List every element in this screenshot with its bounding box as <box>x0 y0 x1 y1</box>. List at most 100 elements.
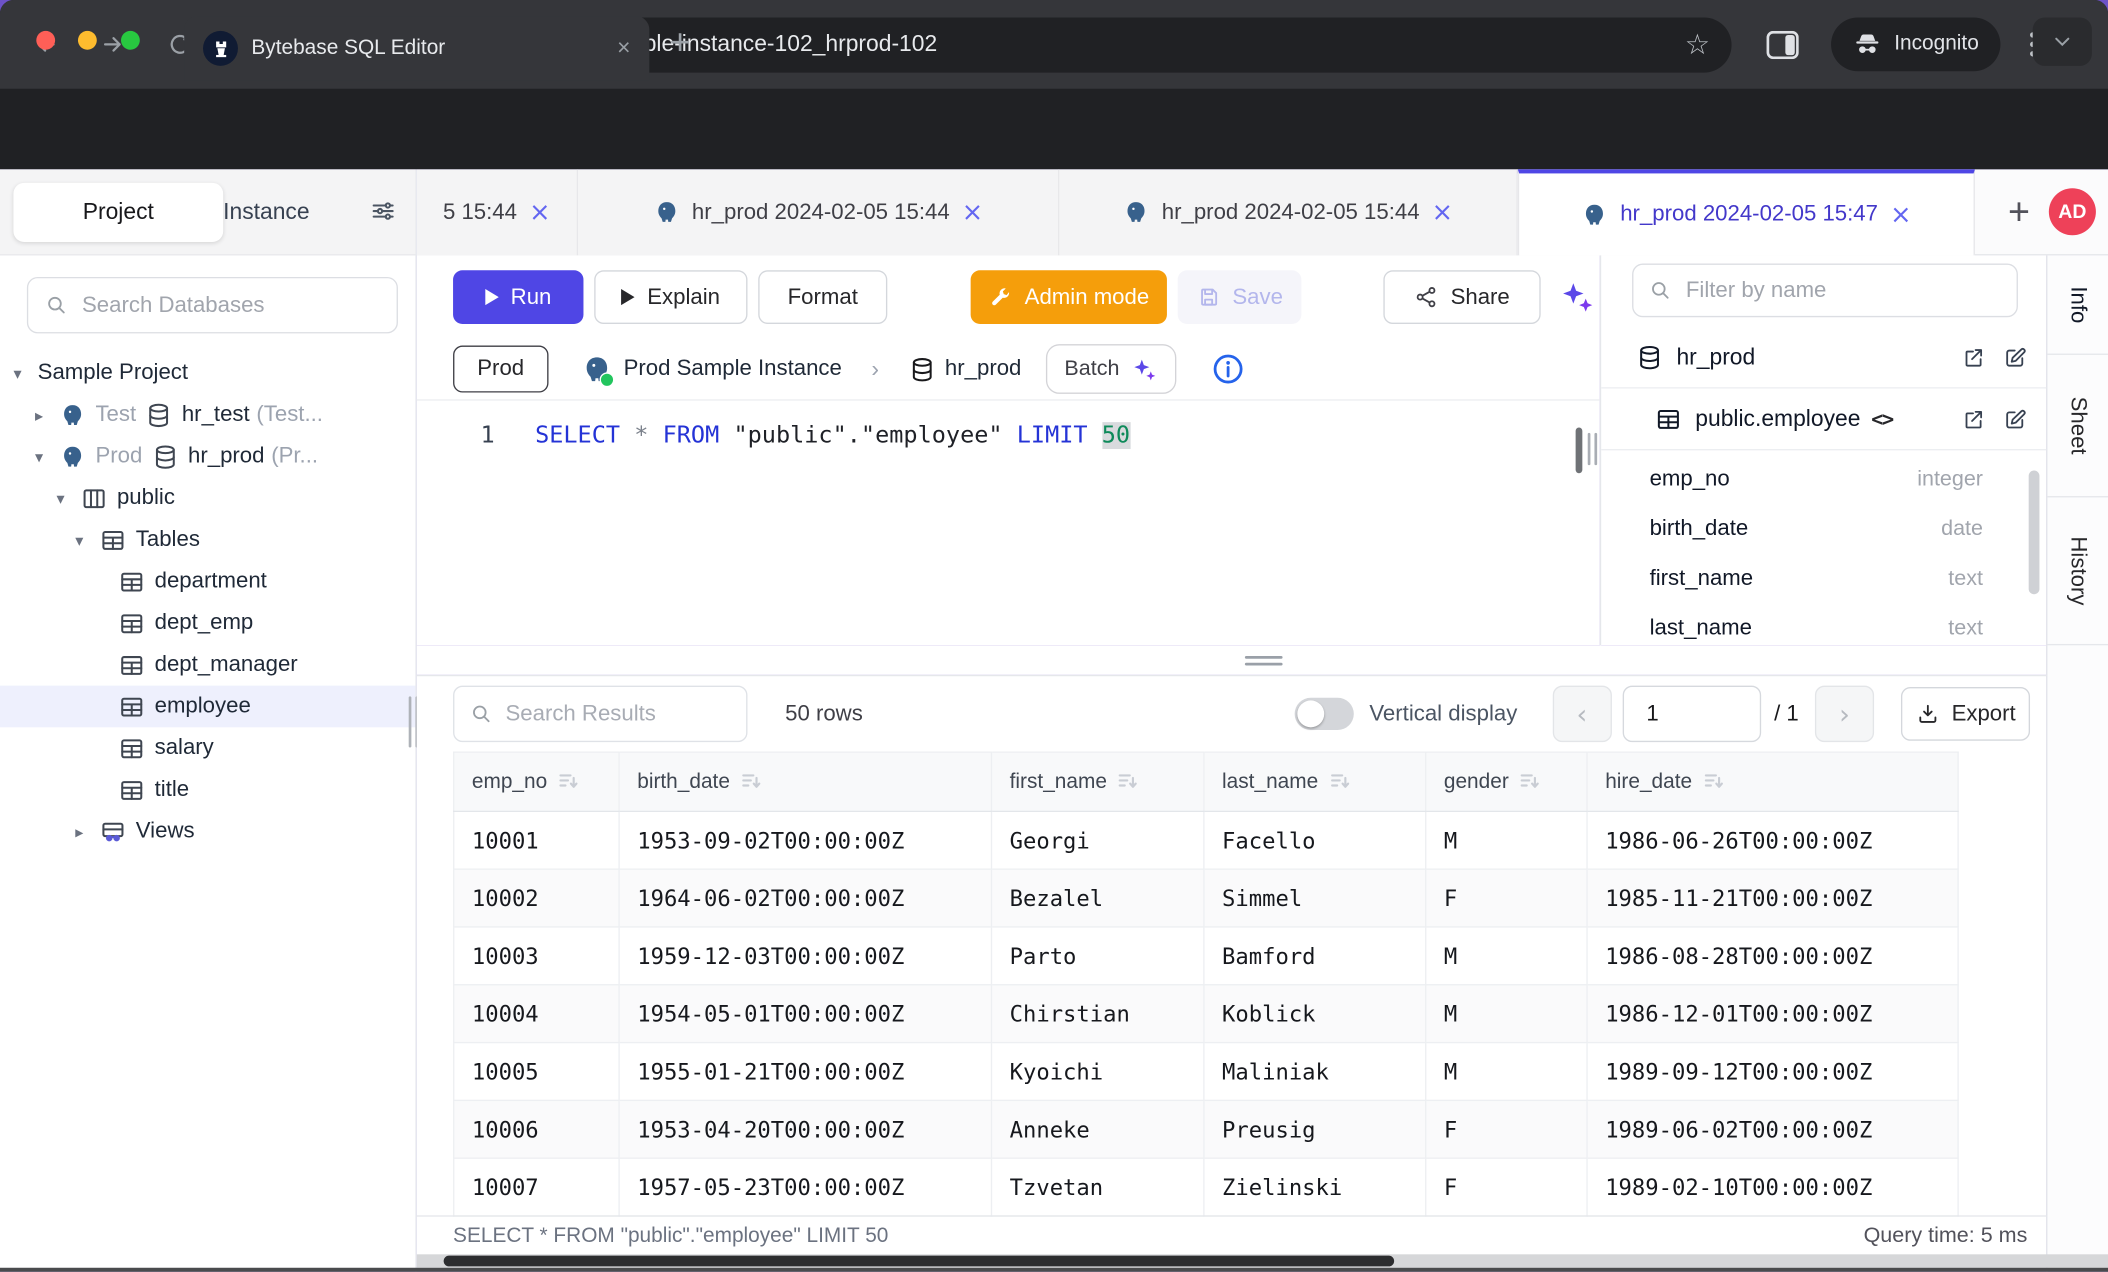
tab-project[interactable]: Project <box>13 183 223 242</box>
tree-item-employee[interactable]: employee <box>0 686 415 728</box>
sort-icon[interactable] <box>741 771 761 790</box>
avatar[interactable]: AD <box>2049 188 2096 235</box>
run-button[interactable]: Run <box>453 270 583 324</box>
external-link-icon[interactable] <box>1961 345 1985 369</box>
worksheet-tab[interactable]: 5 15:44× <box>417 169 578 255</box>
tree-item-salary[interactable]: salary <box>0 727 415 769</box>
export-button[interactable]: Export <box>1901 687 2030 741</box>
new-tab-button[interactable]: + <box>670 22 691 64</box>
close-worksheet-icon[interactable]: × <box>1432 198 1453 228</box>
tree-item-dept_manager[interactable]: dept_manager <box>0 644 415 686</box>
tree-item-Sample Project[interactable]: ▾Sample Project <box>0 352 415 394</box>
table-row[interactable]: 100041954-05-01T00:00:00ZChirstianKoblic… <box>454 985 1958 1043</box>
explain-button[interactable]: Explain <box>594 270 747 324</box>
format-button[interactable]: Format <box>758 270 887 324</box>
side-tab-info[interactable]: Info <box>2048 255 2108 354</box>
admin-mode-button[interactable]: Admin mode <box>971 270 1167 324</box>
sort-icon[interactable] <box>1703 771 1723 790</box>
save-button[interactable]: Save <box>1178 270 1302 324</box>
column-header[interactable]: birth_date <box>619 752 991 811</box>
column-header[interactable]: last_name <box>1204 752 1426 811</box>
sort-icon[interactable] <box>1520 771 1540 790</box>
horizontal-scrollbar[interactable] <box>417 1254 2108 1267</box>
code-icon[interactable]: <> <box>1871 407 1893 431</box>
pane-divider[interactable] <box>417 645 2046 675</box>
prev-page-button[interactable]: ‹ <box>1552 686 1611 742</box>
column-row[interactable]: birth_datedate <box>1601 504 2046 554</box>
caret-down-icon[interactable]: ▾ <box>35 447 59 466</box>
filter-settings-icon[interactable] <box>370 198 397 225</box>
table-cell: 10001 <box>454 811 619 869</box>
column-header[interactable]: hire_date <box>1587 752 1958 811</box>
sort-icon[interactable] <box>1329 771 1349 790</box>
vertical-display-toggle[interactable] <box>1294 698 1353 730</box>
page-number-input[interactable]: 1 <box>1622 686 1760 742</box>
column-row[interactable]: first_nametext <box>1601 554 2046 604</box>
tree-item-title[interactable]: title <box>0 769 415 811</box>
caret-right-icon[interactable]: ▸ <box>35 405 59 424</box>
tab-search-button[interactable] <box>2033 17 2092 65</box>
edit-icon[interactable] <box>2003 345 2027 369</box>
table-row[interactable]: 100031959-12-03T00:00:00ZPartoBamfordM19… <box>454 927 1958 985</box>
caret-down-icon[interactable]: ▾ <box>56 489 80 508</box>
table-row[interactable]: 100051955-01-21T00:00:00ZKyoichiMaliniak… <box>454 1043 1958 1101</box>
edit-icon[interactable] <box>2003 407 2027 431</box>
column-header[interactable]: first_name <box>991 752 1203 811</box>
zoom-window-button[interactable] <box>121 31 140 50</box>
share-button[interactable]: Share <box>1383 270 1540 324</box>
search-results-input[interactable]: Search Results <box>453 686 747 742</box>
breadcrumb-instance[interactable]: Prod Sample Instance <box>624 356 842 382</box>
filter-by-name-input[interactable]: Filter by name <box>1632 264 2018 318</box>
caret-right-icon[interactable]: ▸ <box>75 822 99 841</box>
close-worksheet-icon[interactable]: × <box>1890 200 1911 230</box>
side-panel-icon[interactable] <box>1767 30 1799 58</box>
table-row[interactable]: 100011953-09-02T00:00:00ZGeorgiFacelloM1… <box>454 811 1958 869</box>
close-worksheet-icon[interactable]: × <box>529 198 550 228</box>
worksheet-tab[interactable]: hr_prod 2024-02-05 15:44× <box>578 169 1059 255</box>
close-tab-icon[interactable]: × <box>617 35 630 62</box>
column-list-scrollbar[interactable] <box>2029 471 2040 595</box>
sort-icon[interactable] <box>1118 771 1138 790</box>
editor-scrollbar[interactable] <box>1576 428 1583 474</box>
side-tab-history[interactable]: History <box>2048 497 2108 645</box>
batch-button[interactable]: Batch <box>1046 344 1176 394</box>
scrollbar-thumb[interactable] <box>444 1256 1394 1267</box>
tree-item-hr_prod[interactable]: ▾Prodhr_prod(Pr... <box>0 436 415 478</box>
table-row[interactable]: 100021964-06-02T00:00:00ZBezalelSimmelF1… <box>454 869 1958 927</box>
column-row[interactable]: emp_nointeger <box>1601 454 2046 504</box>
panel-resize-handle[interactable] <box>1588 433 1597 465</box>
column-header[interactable]: emp_no <box>454 752 619 811</box>
search-databases-input[interactable]: Search Databases <box>27 277 398 333</box>
next-page-button[interactable]: › <box>1815 686 1874 742</box>
ai-assistant-icon[interactable] <box>1559 280 1594 315</box>
sql-editor[interactable]: 1 SELECT * FROM "public"."employee" LIMI… <box>417 401 1600 646</box>
minimize-window-button[interactable] <box>79 31 98 50</box>
tab-instance[interactable]: Instance <box>199 183 334 242</box>
column-header[interactable]: gender <box>1426 752 1587 811</box>
bookmark-star-icon[interactable]: ☆ <box>1685 28 1710 60</box>
database-row[interactable]: hr_prod <box>1601 327 2046 389</box>
tree-item-hr_test[interactable]: ▸Testhr_test(Test... <box>0 394 415 436</box>
tree-item-public[interactable]: ▾public <box>0 477 415 519</box>
close-worksheet-icon[interactable]: × <box>962 198 983 228</box>
tree-item-Views[interactable]: ▸Views <box>0 811 415 853</box>
info-circle-icon[interactable] <box>1211 352 1245 386</box>
worksheet-tab[interactable]: hr_prod 2024-02-05 15:47× <box>1518 169 1975 255</box>
close-window-button[interactable] <box>36 31 55 50</box>
table-row-entry[interactable]: public.employee <> <box>1601 389 2046 451</box>
external-link-icon[interactable] <box>1961 407 1985 431</box>
table-row[interactable]: 100061953-04-20T00:00:00ZAnnekePreusigF1… <box>454 1100 1958 1158</box>
worksheet-tab[interactable]: hr_prod 2024-02-05 15:44× <box>1059 169 1517 255</box>
tree-item-dept_emp[interactable]: dept_emp <box>0 602 415 644</box>
caret-down-icon[interactable]: ▾ <box>75 530 99 549</box>
caret-down-icon[interactable]: ▾ <box>13 364 37 383</box>
browser-tab[interactable]: Bytebase SQL Editor × <box>184 16 649 81</box>
drag-handle-icon[interactable] <box>1245 656 1283 669</box>
side-tab-sheet[interactable]: Sheet <box>2048 355 2108 498</box>
new-worksheet-button[interactable]: + <box>2008 191 2030 234</box>
tree-item-department[interactable]: department <box>0 561 415 603</box>
breadcrumb-database[interactable]: hr_prod <box>945 356 1021 382</box>
sort-icon[interactable] <box>558 771 578 790</box>
table-row[interactable]: 100071957-05-23T00:00:00ZTzvetanZielinsk… <box>454 1158 1958 1216</box>
tree-item-Tables[interactable]: ▾Tables <box>0 519 415 561</box>
